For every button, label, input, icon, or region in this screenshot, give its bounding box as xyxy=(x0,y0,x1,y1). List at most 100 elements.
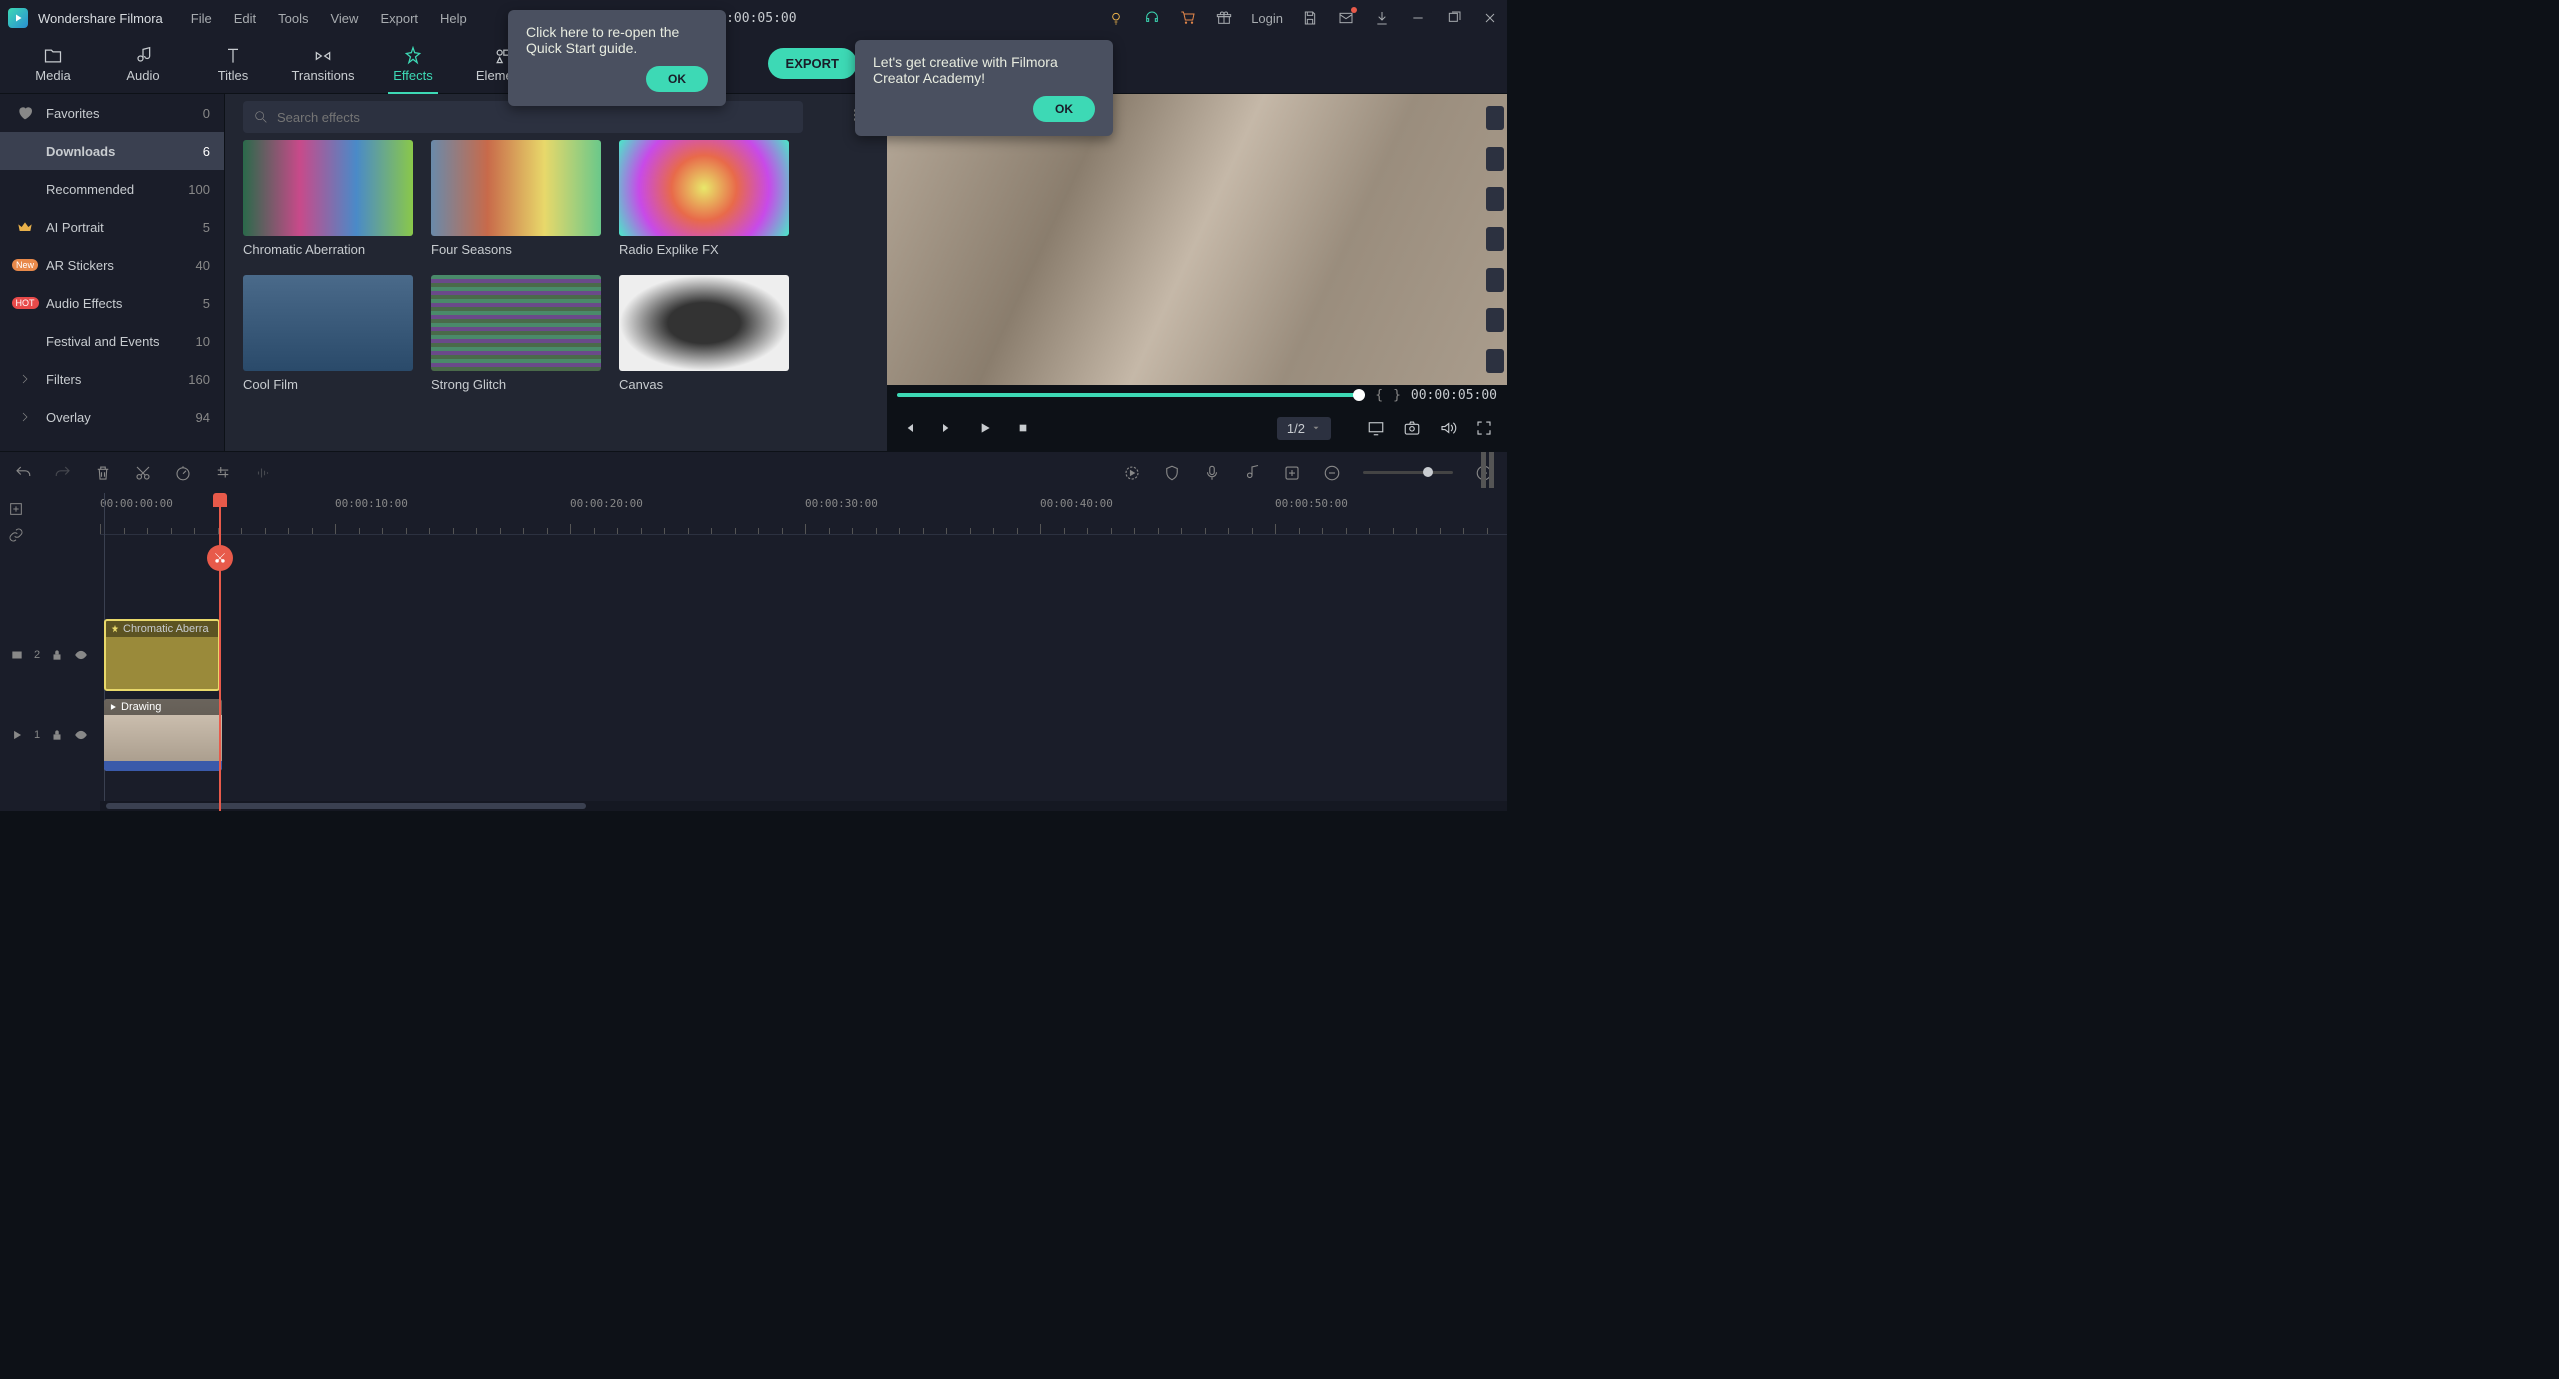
fx-clip[interactable]: Chromatic Aberra xyxy=(104,619,220,691)
chevron-down-icon xyxy=(1311,423,1321,433)
film-sprockets-icon xyxy=(1483,94,1507,385)
sidebar-item-downloads[interactable]: Downloads6 xyxy=(0,132,224,170)
menu-tools[interactable]: Tools xyxy=(278,11,308,26)
next-frame-icon[interactable] xyxy=(939,420,955,436)
video-clip[interactable]: Drawing xyxy=(104,699,222,771)
eye-icon[interactable] xyxy=(74,648,88,662)
sidebar-item-ai-portrait[interactable]: AI Portrait5 xyxy=(0,208,224,246)
zoom-ratio-select[interactable]: 1/2 xyxy=(1277,417,1331,440)
effect-thumb[interactable]: Canvas xyxy=(619,275,789,392)
voiceover-icon[interactable] xyxy=(1203,464,1221,482)
keyframe-icon[interactable] xyxy=(1283,464,1301,482)
meter-bars-icon xyxy=(1481,452,1497,488)
tooltip2-ok-button[interactable]: OK xyxy=(1033,96,1095,122)
tooltip1-ok-button[interactable]: OK xyxy=(646,66,708,92)
effect-thumb[interactable]: Chromatic Aberration xyxy=(243,140,413,257)
download-icon[interactable] xyxy=(1373,9,1391,27)
playhead[interactable] xyxy=(219,493,221,811)
sidebar-item-festival[interactable]: Festival and Events10 xyxy=(0,322,224,360)
menu-view[interactable]: View xyxy=(330,11,358,26)
video-track-head[interactable]: 1 xyxy=(0,695,100,775)
volume-icon[interactable] xyxy=(1439,419,1457,437)
speed-icon[interactable] xyxy=(174,464,192,482)
link-icon[interactable] xyxy=(8,527,24,543)
audio-mixer-icon[interactable] xyxy=(1243,464,1261,482)
timeline-ruler[interactable]: 00:00:00:0000:00:10:0000:00:20:0000:00:3… xyxy=(100,493,1507,535)
redo-icon[interactable] xyxy=(54,464,72,482)
tab-transitions[interactable]: Transitions xyxy=(278,36,368,94)
menu-help[interactable]: Help xyxy=(440,11,467,26)
tips-icon[interactable] xyxy=(1107,9,1125,27)
effect-label: Radio Explike FX xyxy=(619,242,789,257)
lock-icon[interactable] xyxy=(50,728,64,742)
delete-icon[interactable] xyxy=(94,464,112,482)
cart-icon[interactable] xyxy=(1179,9,1197,27)
add-track-icon[interactable] xyxy=(8,501,24,517)
render-icon[interactable] xyxy=(1123,464,1141,482)
login-button[interactable]: Login xyxy=(1251,11,1283,26)
effect-thumb[interactable]: Four Seasons xyxy=(431,140,601,257)
tab-titles-label: Titles xyxy=(218,68,249,83)
sidebar-item-overlay[interactable]: Overlay94 xyxy=(0,398,224,436)
timeline-toolbar xyxy=(0,451,1507,493)
tab-effects[interactable]: Effects xyxy=(368,36,458,94)
close-icon[interactable] xyxy=(1481,9,1499,27)
marker-shield-icon[interactable] xyxy=(1163,464,1181,482)
support-icon[interactable] xyxy=(1143,9,1161,27)
app-title: Wondershare Filmora xyxy=(38,11,163,26)
tab-transitions-label: Transitions xyxy=(291,68,354,83)
menu-export[interactable]: Export xyxy=(380,11,418,26)
zoom-out-icon[interactable] xyxy=(1323,464,1341,482)
tab-titles[interactable]: Titles xyxy=(188,36,278,94)
stop-icon[interactable] xyxy=(1015,420,1031,436)
adjust-icon[interactable] xyxy=(214,464,232,482)
fullscreen-icon[interactable] xyxy=(1475,419,1493,437)
star-icon xyxy=(110,624,120,634)
titlebar: Wondershare Filmora File Edit Tools View… xyxy=(0,0,1507,36)
export-button[interactable]: EXPORT xyxy=(768,48,857,79)
play-icon[interactable] xyxy=(977,420,993,436)
effect-thumb[interactable]: Cool Film xyxy=(243,275,413,392)
lock-icon[interactable] xyxy=(50,648,64,662)
audio-adjust-icon[interactable] xyxy=(254,464,272,482)
prev-frame-icon[interactable] xyxy=(901,420,917,436)
heart-icon xyxy=(14,105,36,121)
app-logo-icon xyxy=(8,8,28,28)
menu-file[interactable]: File xyxy=(191,11,212,26)
effect-thumb[interactable]: Strong Glitch xyxy=(431,275,601,392)
split-icon[interactable] xyxy=(207,545,233,571)
undo-icon[interactable] xyxy=(14,464,32,482)
preview-timecode: 00:00:05:00 xyxy=(1411,388,1497,403)
menu-edit[interactable]: Edit xyxy=(234,11,256,26)
snapshot-icon[interactable] xyxy=(1403,419,1421,437)
effect-thumb[interactable]: Radio Explike FX xyxy=(619,140,789,257)
messages-icon[interactable] xyxy=(1337,9,1355,27)
track-type-icon xyxy=(10,648,24,662)
maximize-icon[interactable] xyxy=(1445,9,1463,27)
fx-track[interactable]: 2 Chromatic Aberra xyxy=(0,615,1507,695)
effect-label: Four Seasons xyxy=(431,242,601,257)
video-track[interactable]: 1 Drawing xyxy=(0,695,1507,775)
academy-tooltip: Let's get creative with Filmora Creator … xyxy=(855,40,1113,136)
sidebar-item-audio-effects[interactable]: HOTAudio Effects5 xyxy=(0,284,224,322)
sidebar-item-filters[interactable]: Filters160 xyxy=(0,360,224,398)
sidebar-item-favorites[interactable]: Favorites0 xyxy=(0,94,224,132)
search-input[interactable] xyxy=(277,110,793,125)
effects-grid-panel: Chromatic Aberration Four Seasons Radio Ex… xyxy=(225,94,887,451)
zoom-slider[interactable] xyxy=(1363,471,1453,474)
timeline-scrollbar[interactable] xyxy=(100,801,1507,811)
tab-media[interactable]: Media xyxy=(8,36,98,94)
fx-track-head[interactable]: 2 xyxy=(0,615,100,695)
save-icon[interactable] xyxy=(1301,9,1319,27)
cut-icon[interactable] xyxy=(134,464,152,482)
eye-icon[interactable] xyxy=(74,728,88,742)
preview-video[interactable] xyxy=(887,94,1507,385)
sidebar-item-recommended[interactable]: Recommended100 xyxy=(0,170,224,208)
display-icon[interactable] xyxy=(1367,419,1385,437)
sidebar-item-ar-stickers[interactable]: NewAR Stickers40 xyxy=(0,246,224,284)
tab-audio[interactable]: Audio xyxy=(98,36,188,94)
gift-icon[interactable] xyxy=(1215,9,1233,27)
minimize-icon[interactable] xyxy=(1409,9,1427,27)
timeline[interactable]: 00:00:00:0000:00:10:0000:00:20:0000:00:3… xyxy=(0,493,1507,811)
preview-scrubber[interactable]: { } 00:00:05:00 xyxy=(887,385,1507,405)
